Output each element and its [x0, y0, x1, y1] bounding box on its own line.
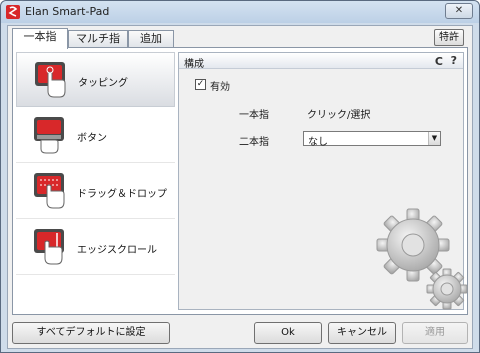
ok-button[interactable]: Ok — [254, 322, 322, 344]
help-icon[interactable]: ? — [451, 54, 457, 67]
sidebar-item-label: タッピング — [78, 78, 128, 89]
close-button[interactable]: ✕ — [445, 3, 473, 19]
two-finger-select-value: なし — [308, 137, 328, 148]
drag-drop-icon — [34, 173, 65, 209]
tab-single-finger[interactable]: 一本指 — [12, 28, 68, 49]
tab-panel: タッピング ボタン ドラッグ＆ドロップ エッジスクロール 構成 C ? ✓ 有効… — [12, 47, 468, 315]
two-finger-select[interactable]: なし ▼ — [303, 131, 441, 148]
apply-button[interactable]: 適用 — [402, 322, 468, 344]
elan-logo-icon — [6, 5, 20, 19]
two-finger-label: 二本指 — [239, 137, 269, 148]
enabled-checkbox[interactable]: ✓ — [195, 79, 206, 90]
tab-multi-finger[interactable]: マルチ指 — [68, 30, 128, 48]
title-bar[interactable]: Elan Smart-Pad ✕ — [1, 1, 479, 23]
one-finger-label: 一本指 — [239, 110, 269, 121]
sidebar: タッピング ボタン ドラッグ＆ドロップ エッジスクロール — [16, 52, 175, 310]
settings-title: 構成 — [184, 59, 204, 70]
client-area: 一本指 マルチ指 追加 特許 タッピング ボタン ドラッグ＆ドロップ エッジスク… — [7, 25, 473, 349]
sidebar-item-tapping[interactable]: タッピング — [16, 52, 175, 107]
sidebar-item-label: ドラッグ＆ドロップ — [77, 189, 167, 200]
gears-icon — [376, 208, 468, 310]
settings-panel: 構成 C ? ✓ 有効 一本指 クリック/選択 二本指 なし ▼ — [178, 52, 468, 310]
sidebar-item-label: エッジスクロール — [77, 245, 157, 256]
window: Elan Smart-Pad ✕ 一本指 マルチ指 追加 特許 タッピング ボタ… — [0, 0, 480, 353]
restore-defaults-button[interactable]: すべてデフォルトに設定 — [12, 322, 170, 344]
edge-scroll-icon — [34, 229, 64, 265]
tab-additional[interactable]: 追加 — [128, 30, 174, 48]
button-icon — [34, 117, 64, 154]
chevron-down-icon[interactable]: ▼ — [428, 132, 440, 145]
one-finger-value: クリック/選択 — [307, 110, 371, 121]
refresh-icon[interactable]: C — [435, 55, 443, 68]
sidebar-item-button[interactable]: ボタン — [16, 108, 175, 163]
sidebar-item-label: ボタン — [77, 133, 107, 144]
sidebar-item-drag-drop[interactable]: ドラッグ＆ドロップ — [16, 164, 175, 219]
settings-header: 構成 C ? — [179, 53, 463, 70]
cancel-button[interactable]: キャンセル — [328, 322, 396, 344]
enabled-label: 有効 — [210, 82, 230, 93]
patent-button[interactable]: 特許 — [434, 29, 464, 46]
sidebar-item-edge-scroll[interactable]: エッジスクロール — [16, 220, 175, 275]
window-title: Elan Smart-Pad — [25, 5, 110, 18]
tapping-icon — [35, 62, 66, 98]
